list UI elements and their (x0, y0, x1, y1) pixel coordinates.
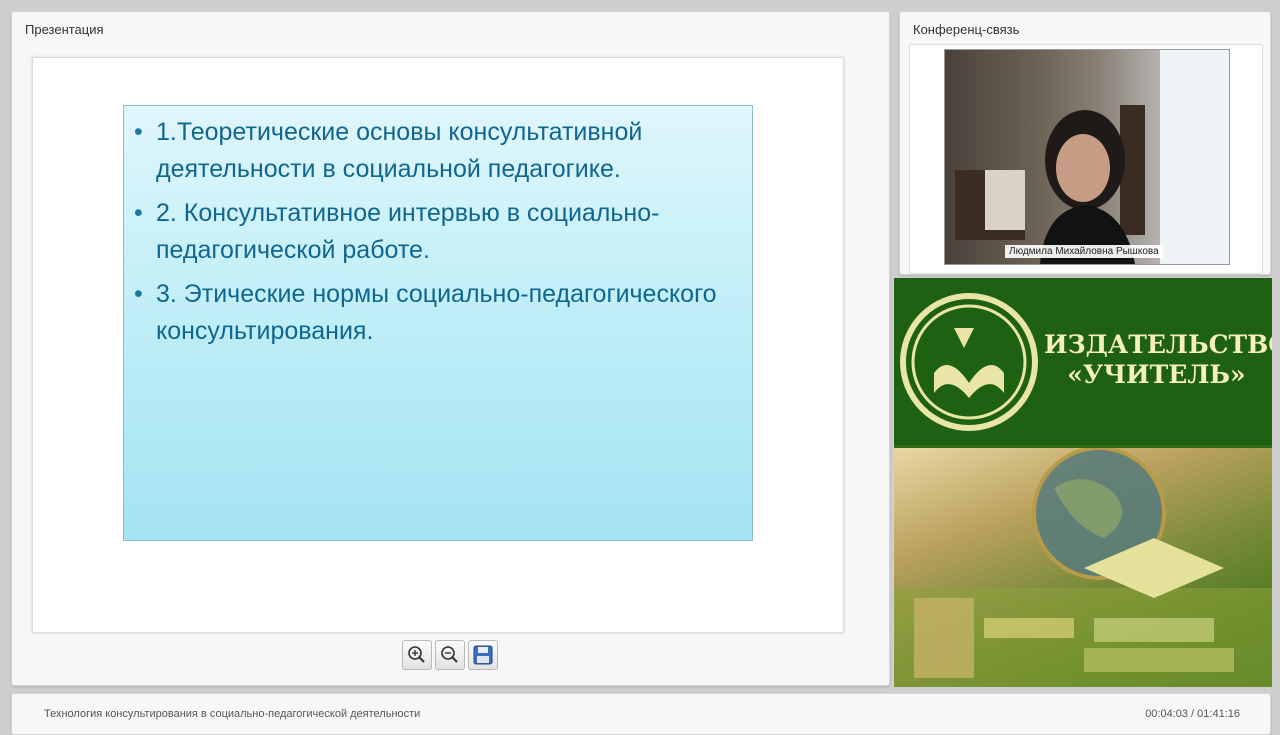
slide-topic-text: 3. Этические нормы социально-педагогичес… (156, 280, 717, 345)
speaker-name-caption: Людмила Михайловна Рышкова (1005, 245, 1163, 258)
publisher-name: ИЗДАТЕЛЬСТВО «УЧИТЕЛЬ» (1044, 330, 1272, 390)
publisher-name-line2: «УЧИТЕЛЬ» (1067, 360, 1246, 389)
publisher-name-line1: ИЗДАТЕЛЬСТВО (1044, 330, 1272, 359)
video-scene (955, 50, 1229, 264)
playback-time: 00:04:03 / 01:41:16 (1145, 708, 1240, 720)
presentation-panel-title: Презентация (25, 22, 104, 37)
books-globe-illustration (894, 446, 1272, 687)
speaker-video[interactable]: Людмила Михайловна Рышкова (944, 49, 1230, 265)
publisher-logo-icon (900, 293, 1038, 431)
zoom-out-icon (441, 646, 458, 663)
publisher-banner-image (894, 446, 1272, 687)
conference-panel: Конференц-связь Людмила Михайловна Рышко… (899, 11, 1271, 275)
bullet-icon: • (134, 118, 143, 146)
zoom-out-button[interactable] (435, 640, 465, 670)
course-title: Технология консультирования в социально-… (44, 708, 421, 720)
bullet-icon: • (134, 199, 143, 227)
slide-topic-text: 1.Теоретические основы консультативной д… (156, 118, 643, 183)
slide-topic-item: • 2. Консультативное интервью в социально… (134, 195, 734, 269)
conference-panel-title: Конференц-связь (913, 22, 1020, 37)
publisher-banner-top: ИЗДАТЕЛЬСТВО «УЧИТЕЛЬ» (894, 278, 1272, 445)
save-icon (473, 645, 493, 665)
publisher-banner: ИЗДАТЕЛЬСТВО «УЧИТЕЛЬ» (894, 278, 1272, 687)
zoom-in-button[interactable] (402, 640, 432, 670)
save-button[interactable] (468, 640, 498, 670)
player-footer: Технология консультирования в социально-… (11, 693, 1271, 735)
slide-topic-item: • 3. Этические нормы социально-педагогиче… (134, 276, 734, 350)
slide-area: • 1.Теоретические основы консультативной … (32, 57, 844, 633)
slide-content-box: • 1.Теоретические основы консультативной … (123, 105, 753, 541)
slide-topic-item: • 1.Теоретические основы консультативной … (134, 114, 734, 188)
bullet-icon: • (134, 280, 143, 308)
slide-topic-list: • 1.Теоретические основы консультативной … (124, 106, 752, 350)
slide-topic-text: 2. Консультативное интервью в социально-… (156, 199, 660, 264)
zoom-in-icon (408, 646, 425, 663)
presentation-panel: Презентация • 1.Теоретические основы конс… (11, 11, 890, 686)
